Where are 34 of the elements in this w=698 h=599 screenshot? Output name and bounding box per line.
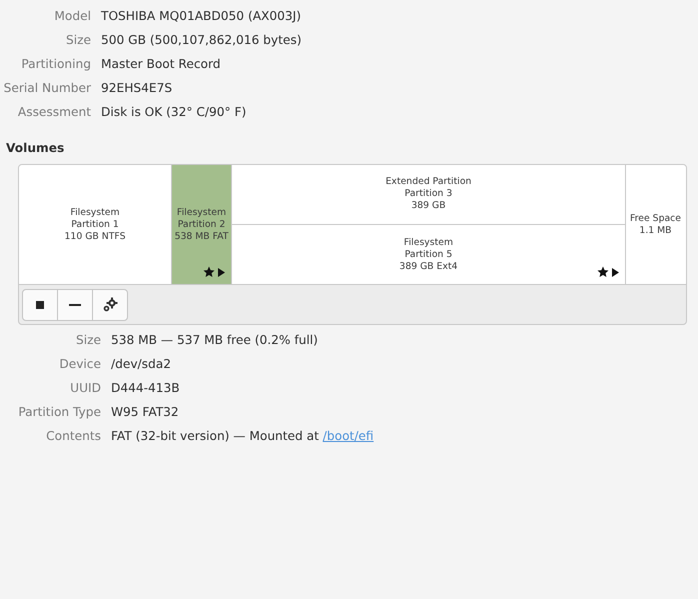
field-label: Serial Number	[4, 80, 91, 97]
value-text: 92EHS4E7S	[101, 80, 172, 97]
field-label: Assessment	[18, 104, 91, 121]
free-space-segment[interactable]: Free Space 1.1 MB	[626, 165, 685, 284]
star-icon	[203, 266, 215, 278]
field-label: UUID	[70, 380, 101, 397]
value-text: D444-413B	[111, 380, 180, 397]
value-text: TOSHIBA MQ01ABD050 (AX003J)	[101, 8, 301, 25]
value-text: 500 GB (500,107,862,016 bytes)	[101, 32, 302, 49]
value-text: W95 FAT32	[111, 404, 179, 421]
section-heading: Volumes	[6, 140, 66, 157]
partition-segment[interactable]: Filesystem Partition 5 389 GB Ext4	[232, 225, 625, 284]
gears-icon	[102, 297, 118, 313]
value-text: /dev/sda2	[111, 356, 171, 373]
field-label: Partitioning	[21, 56, 91, 73]
partition-segment[interactable]: Filesystem Partition 2 538 MB FAT	[172, 165, 232, 284]
field-label: Contents	[46, 428, 101, 445]
value-text: Master Boot Record	[101, 56, 221, 73]
field-label: Size	[66, 32, 91, 49]
play-icon	[218, 268, 225, 276]
gears-button[interactable]	[92, 289, 128, 321]
field-label: Size	[76, 332, 101, 349]
extended-partition-segment[interactable]: Extended Partition Partition 3 389 GB	[232, 165, 625, 225]
minus-button[interactable]	[57, 289, 93, 321]
value-text: Disk is OK (32° C/90° F)	[101, 104, 246, 121]
stop-icon	[34, 299, 46, 311]
field-label: Device	[59, 356, 101, 373]
stop-button[interactable]	[22, 289, 58, 321]
value-text: FAT (32-bit version) — Mounted at /boot/efi	[111, 428, 374, 445]
field-label: Model	[54, 8, 91, 25]
play-icon	[612, 268, 619, 276]
star-icon	[597, 266, 609, 278]
value-text: 538 MB — 537 MB free (0.2% full)	[111, 332, 318, 349]
field-label: Partition Type	[18, 404, 101, 421]
